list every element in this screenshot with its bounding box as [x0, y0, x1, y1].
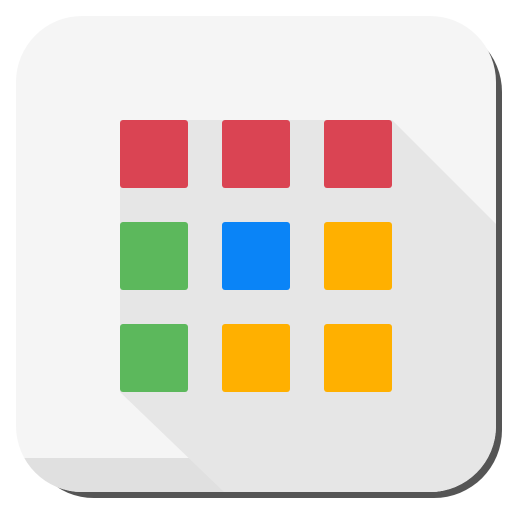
apps-grid-icon: [120, 120, 392, 392]
grid-square-1-1: [120, 120, 188, 188]
grid-square-2-3: [324, 222, 392, 290]
grid-square-2-2: [222, 222, 290, 290]
grid-square-3-1: [120, 324, 188, 392]
grid-square-3-3: [324, 324, 392, 392]
grid-square-1-2: [222, 120, 290, 188]
grid-square-2-1: [120, 222, 188, 290]
grid-square-1-3: [324, 120, 392, 188]
app-icon[interactable]: [0, 0, 512, 512]
icon-tile: [16, 16, 496, 492]
grid-square-3-2: [222, 324, 290, 392]
